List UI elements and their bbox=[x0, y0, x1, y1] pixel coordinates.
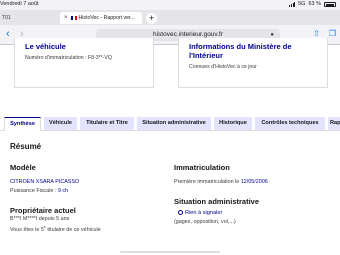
titulaire-prefix: Vous êtes le bbox=[10, 226, 41, 233]
signal-icon bbox=[289, 2, 296, 7]
situation-note: (gages, opposition, vol,...) bbox=[174, 219, 236, 225]
network-label: 5G bbox=[298, 1, 306, 7]
vehicle-card: Le véhicule Numéro d'immatriculation : F… bbox=[14, 38, 154, 88]
immat-label: Première immatriculation le bbox=[174, 179, 241, 185]
puissance-label: Puissance Fiscale : bbox=[10, 188, 58, 194]
status-indicators: 5G 63 % bbox=[289, 1, 336, 7]
url-text: histovec.interieur.gouv.fr bbox=[153, 31, 223, 38]
titulaire-end: titulaire de ce véhicule bbox=[45, 226, 101, 233]
titulaire-line: Vous êtes le 5e titulaire de ce véhicule bbox=[10, 225, 101, 233]
situation-link-label: Rien à signaler bbox=[185, 210, 223, 216]
home-indicator bbox=[120, 251, 220, 253]
modele-heading: Modèle bbox=[10, 163, 36, 172]
ministry-card-title-line1: Informations du Ministère de bbox=[189, 42, 292, 51]
immat-heading: Immatriculation bbox=[174, 163, 230, 172]
proprietaire-heading: Propriétaire actuel bbox=[10, 206, 76, 215]
back-icon[interactable]: ‹ bbox=[6, 28, 10, 40]
favicon-flag-icon bbox=[70, 16, 77, 20]
browser-tab-histovec[interactable]: × HistoVec - Rapport ver... bbox=[60, 12, 142, 24]
vehicle-card-title: Le véhicule bbox=[25, 42, 66, 51]
situation-heading: Situation administrative bbox=[174, 197, 260, 206]
status-bar: Vendredi 7 août 5G 63 % bbox=[0, 0, 340, 10]
battery-icon bbox=[324, 1, 336, 7]
tab-situation[interactable]: Situation administrative bbox=[137, 117, 211, 130]
tab-label: T01 bbox=[2, 15, 11, 21]
immat-date: 12/05/2006 bbox=[240, 179, 268, 185]
modele-value: CITROEN XSARA PICASSO bbox=[10, 179, 80, 185]
tabs-overview-icon[interactable]: ❐ bbox=[329, 29, 336, 38]
tab-rapport[interactable]: Rap bbox=[328, 117, 340, 130]
registration-number: Numéro d'immatriculation : F8-3**-VQ bbox=[25, 55, 112, 61]
puissance-line: Puissance Fiscale : 9 ch bbox=[10, 188, 68, 194]
ministry-card: Informations du Ministère de l'Intérieur… bbox=[178, 38, 328, 88]
address-bar-actions: ⇧ ❐ bbox=[313, 29, 336, 38]
tab-synthese[interactable]: Synthèse bbox=[4, 117, 41, 131]
battery-percent: 63 % bbox=[308, 1, 321, 7]
report-tabs: Synthèse Véhicule Titulaire et Titre Sit… bbox=[0, 117, 340, 131]
ministry-card-title-line2: l'Intérieur bbox=[189, 51, 223, 60]
status-date: Vendredi 7 août bbox=[0, 1, 39, 7]
tab-controles[interactable]: Contrôles techniques bbox=[255, 117, 325, 130]
proprietaire-line: B***I M****I depuis 5 ans bbox=[10, 216, 70, 222]
new-tab-button[interactable]: + bbox=[146, 13, 157, 24]
external-link-icon bbox=[178, 210, 183, 216]
immat-line: Première immatriculation le 12/05/2006 bbox=[174, 179, 268, 185]
share-icon[interactable]: ⇧ bbox=[313, 29, 320, 38]
browser-tab-1[interactable]: T01 bbox=[0, 12, 58, 24]
close-tab-icon[interactable]: × bbox=[64, 15, 68, 21]
tab-label: HistoVec - Rapport ver... bbox=[78, 15, 135, 21]
puissance-value: 9 ch bbox=[57, 188, 69, 194]
tab-historique[interactable]: Historique bbox=[214, 117, 252, 130]
ministry-card-text: Connues d'HistoVec à ce jour bbox=[189, 64, 257, 70]
rien-a-signaler-link[interactable]: Rien à signaler bbox=[178, 210, 222, 216]
browser-tab-strip: T01 × HistoVec - Rapport ver... + bbox=[0, 10, 340, 25]
tab-vehicule[interactable]: Véhicule bbox=[44, 117, 77, 130]
tab-titulaire[interactable]: Titulaire et Titre bbox=[80, 117, 134, 130]
summary-title: Résumé bbox=[10, 142, 42, 151]
